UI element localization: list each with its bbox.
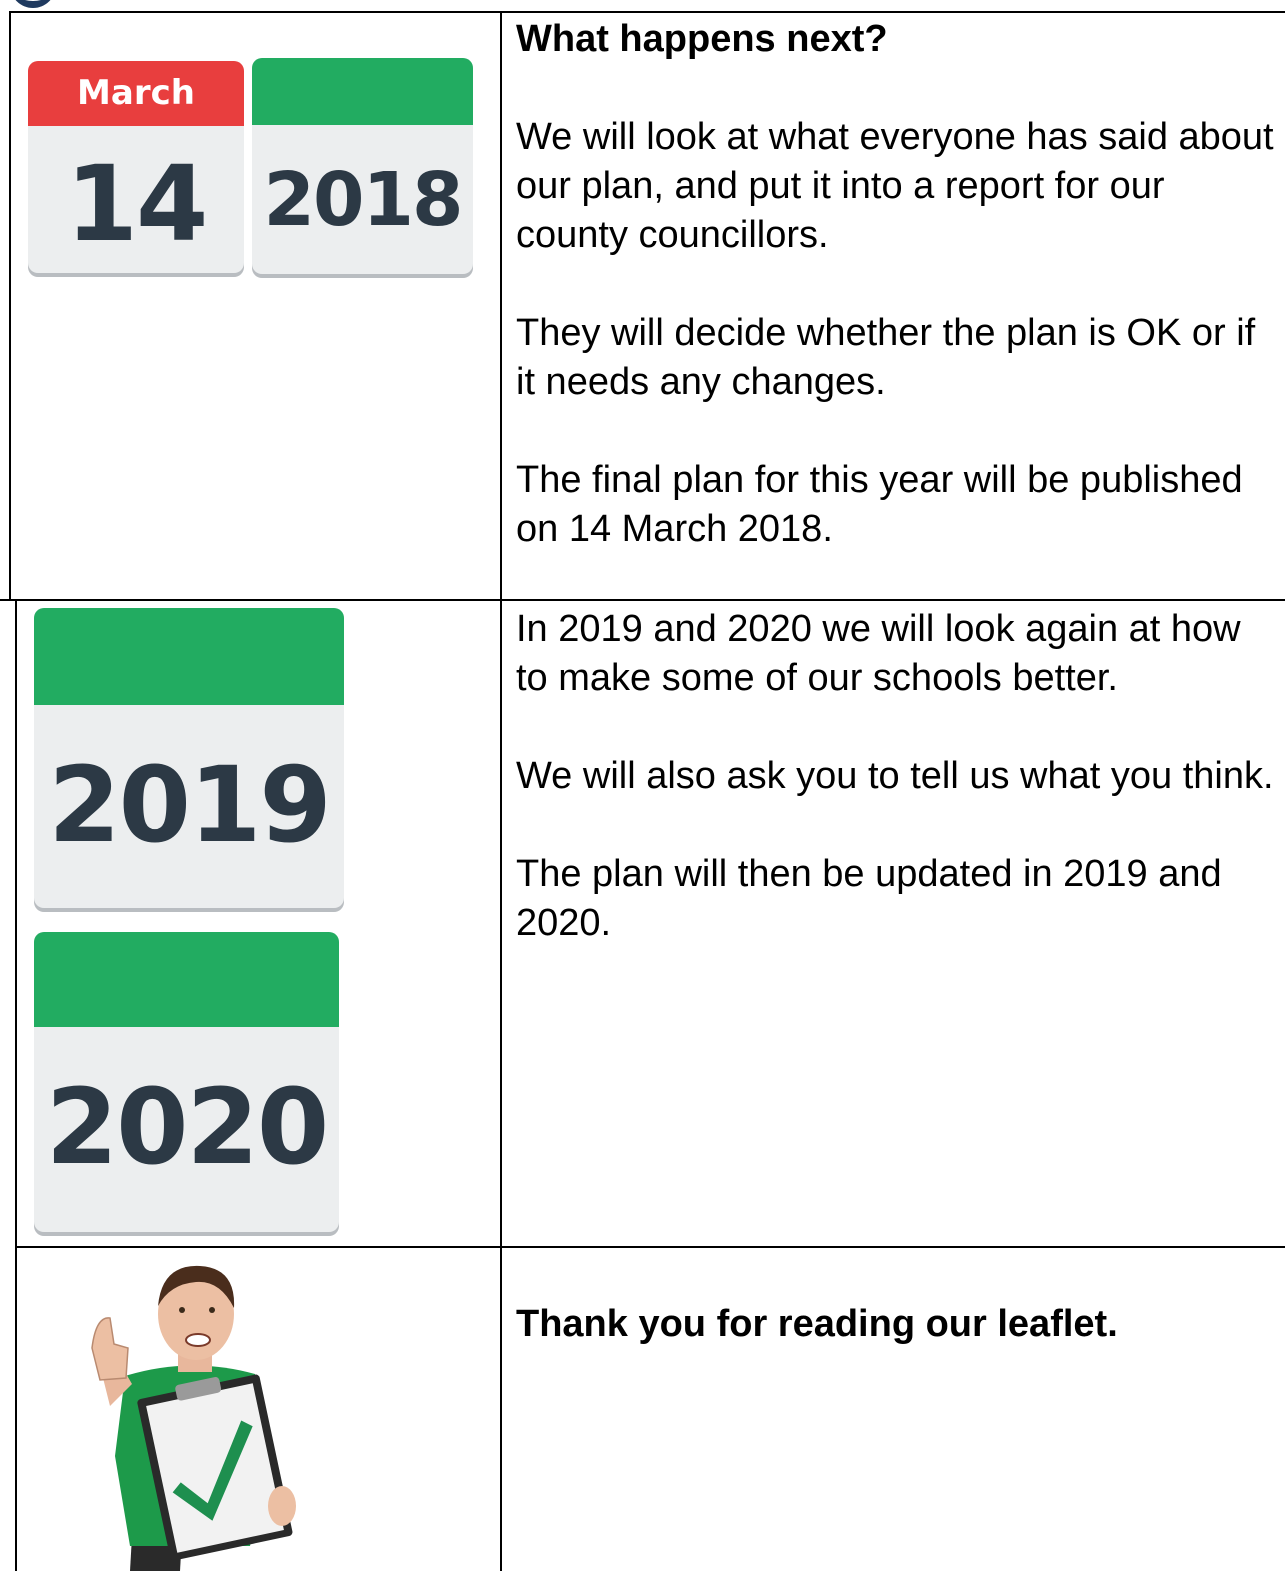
next-steps-text: What happens next? We will look at what … (516, 15, 1276, 554)
person-eye (179, 1307, 185, 1313)
paragraph: We will also ask you to tell us what you… (516, 755, 1274, 797)
calendar-header-green (34, 932, 339, 1027)
corner-logo-fragment (10, 0, 56, 8)
calendar-year-number: 2020 (45, 1066, 329, 1188)
paragraph: The final plan for this year will be pub… (516, 459, 1243, 550)
calendar-year-number: 2018 (263, 157, 464, 243)
calendar-body: 2019 (34, 608, 344, 908)
calendar-header-green (252, 58, 473, 125)
calendar-body: 2018 (252, 58, 473, 274)
paragraph: The plan will then be updated in 2019 an… (516, 853, 1222, 944)
paragraph: We will look at what everyone has said a… (516, 116, 1274, 256)
calendar-icon: 2020 (34, 932, 339, 1236)
thank-you-heading: Thank you for reading our leaflet. (516, 1303, 1118, 1345)
table-column-divider (500, 11, 502, 1571)
calendar-body: March 14 (28, 61, 244, 273)
row-divider-2 (15, 1246, 1285, 1248)
calendar-icon: March 14 (28, 61, 244, 277)
future-plans-text: In 2019 and 2020 we will look again at h… (516, 605, 1276, 948)
paragraph: In 2019 and 2020 we will look again at h… (516, 608, 1241, 699)
person-hand (268, 1486, 296, 1526)
calendar-icon: 2018 (252, 58, 473, 278)
thumbs-up-hand (91, 1317, 129, 1381)
table-border-left-lower (15, 599, 17, 1571)
person-mouth (185, 1333, 211, 1347)
calendar-header-green (34, 608, 344, 705)
table-border-left (9, 11, 11, 599)
calendar-body: 2020 (34, 932, 339, 1232)
paragraph: They will decide whether the plan is OK … (516, 312, 1256, 403)
calendar-month-label: March (77, 73, 195, 113)
table-border-top (9, 11, 1285, 13)
calendar-icon: 2019 (34, 608, 344, 912)
calendar-year-number: 2019 (48, 744, 331, 866)
row-divider-1 (0, 599, 1285, 601)
person-thumbs-up-icon (91, 1265, 296, 1571)
thank-you-text: Thank you for reading our leaflet. (516, 1300, 1276, 1349)
calendar-day-number: 14 (65, 143, 209, 265)
section-heading: What happens next? (516, 18, 888, 60)
person-eye (209, 1307, 215, 1313)
